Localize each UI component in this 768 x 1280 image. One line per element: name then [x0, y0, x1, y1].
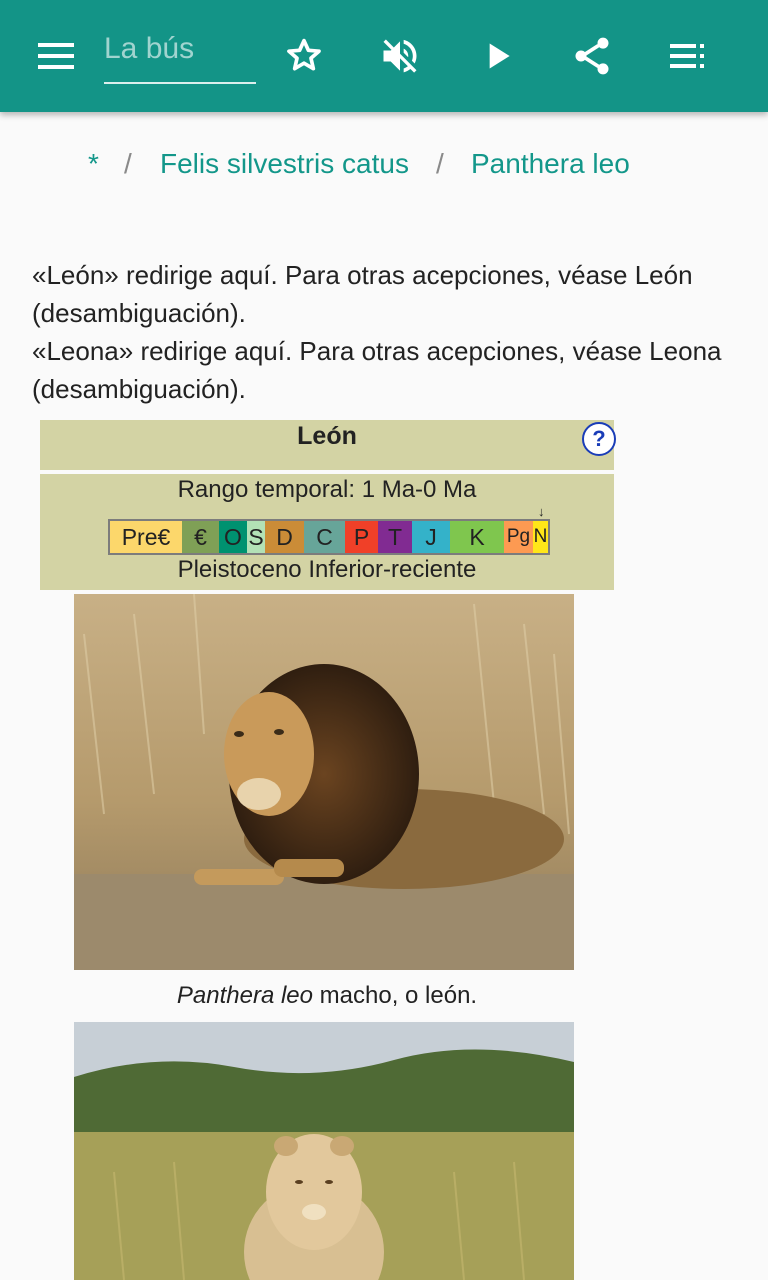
caption-species-name: Panthera leo — [176, 982, 313, 1009]
breadcrumb-item-root[interactable]: * — [88, 148, 99, 180]
period-cretaceous[interactable]: K — [450, 521, 504, 553]
playlist-icon[interactable] — [660, 28, 716, 84]
period-carboniferous[interactable]: C — [304, 521, 345, 553]
caption-text: macho, o león. — [313, 982, 478, 1009]
geologic-timeline: Pre€ € O S D C P T J K Pg N — [108, 519, 550, 555]
star-outline-icon[interactable] — [276, 28, 332, 84]
breadcrumb-item-panthera[interactable]: Panthera leo — [471, 148, 630, 180]
period-devonian[interactable]: D — [265, 521, 304, 553]
lioness-image[interactable] — [74, 1022, 574, 1280]
breadcrumb-item-felis[interactable]: Felis silvestris catus — [160, 148, 409, 180]
period-permian[interactable]: P — [345, 521, 378, 553]
taxobox-header: León ? — [40, 420, 616, 470]
period-cambrian[interactable]: € — [182, 521, 219, 553]
taxobox-temporal-range: Rango temporal: 1 Ma-0 Ma ↓ Pre€ € O S D… — [40, 474, 614, 590]
range-label: Rango temporal: 1 Ma-0 Ma — [177, 476, 477, 503]
play-icon[interactable] — [470, 28, 526, 84]
breadcrumb-separator: / — [124, 148, 132, 179]
app-toolbar — [0, 0, 768, 112]
hamburger-menu-icon[interactable] — [28, 28, 84, 84]
timeline-marker: ↓ — [538, 504, 545, 519]
period-silurian[interactable]: S — [247, 521, 265, 553]
disambiguation-note-leona[interactable]: «Leona» redirige aquí. Para otras acepci… — [32, 332, 732, 408]
search-input[interactable] — [104, 24, 254, 74]
period-triassic[interactable]: T — [378, 521, 412, 553]
share-icon[interactable] — [564, 28, 620, 84]
period-ordovician[interactable]: O — [219, 521, 247, 553]
lion-male-image[interactable] — [74, 594, 574, 970]
breadcrumb: * / Felis silvestris catus / Panthera le… — [0, 148, 768, 188]
period-neogene[interactable]: N — [533, 521, 548, 553]
epoch-label: Pleistoceno Inferior-reciente — [177, 556, 477, 583]
article-body: «León» redirige aquí. Para otras acepcio… — [32, 256, 732, 408]
search-field[interactable] — [104, 24, 256, 84]
period-jurassic[interactable]: J — [412, 521, 450, 553]
lion-caption: Panthera leo macho, o león. — [40, 982, 614, 1010]
breadcrumb-separator: / — [436, 148, 444, 179]
help-icon[interactable]: ? — [582, 422, 616, 456]
taxobox-title: León — [297, 422, 357, 450]
volume-off-icon[interactable] — [372, 28, 428, 84]
period-paleogene[interactable]: Pg — [504, 521, 533, 553]
disambiguation-note-leon[interactable]: «León» redirige aquí. Para otras acepcio… — [32, 256, 732, 332]
period-precambrian[interactable]: Pre€ — [110, 521, 182, 553]
